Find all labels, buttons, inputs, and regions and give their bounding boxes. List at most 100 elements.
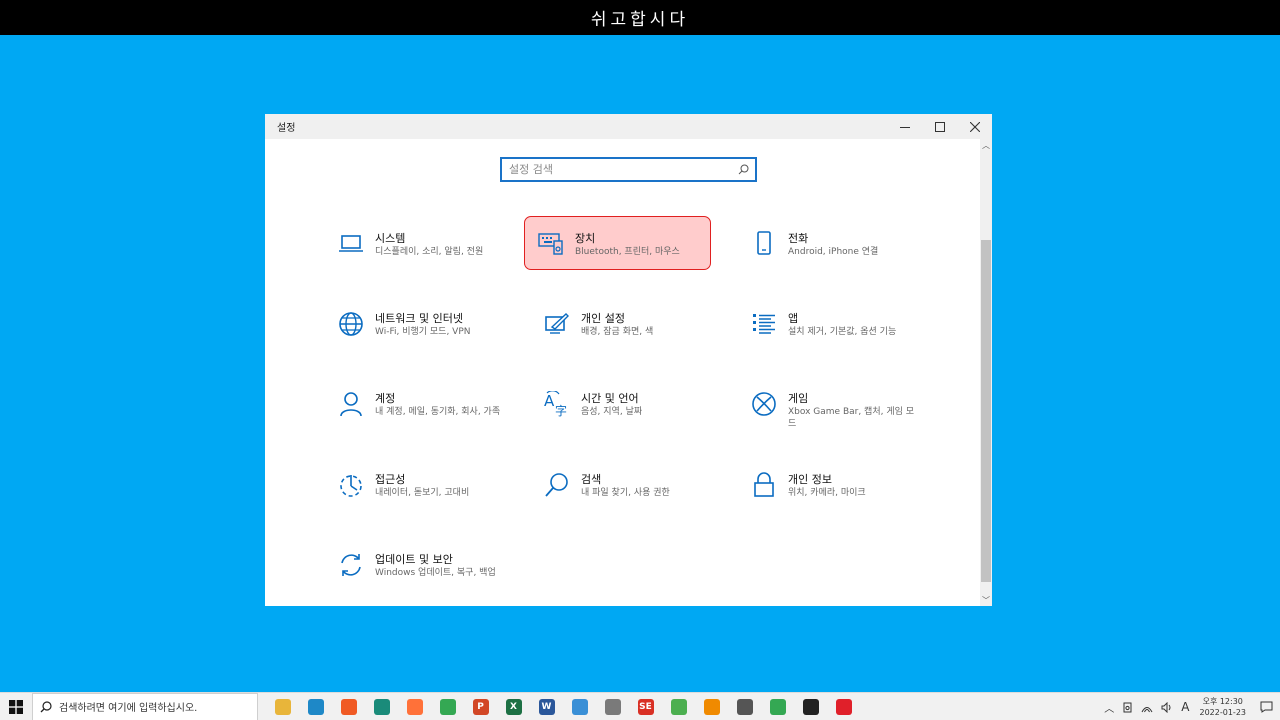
tile-title: 접근성 — [375, 473, 406, 486]
scrollbar-thumb[interactable] — [981, 240, 991, 582]
taskbar-app-button[interactable] — [794, 693, 827, 720]
app-chrome2-icon — [769, 698, 786, 715]
personalization-icon — [542, 309, 572, 339]
clock-time: 오후 12:30 — [1202, 697, 1243, 706]
tile-title: 네트워크 및 인터넷 — [375, 312, 463, 325]
ime-indicator[interactable]: A — [1177, 700, 1193, 714]
chevron-up-icon[interactable]: ︿ — [1100, 700, 1118, 715]
tile-phone[interactable]: 전화 Android, iPhone 연결 — [737, 217, 925, 271]
taskbar-app-button[interactable] — [695, 693, 728, 720]
tile-desc: 내 계정, 메일, 동기화, 회사, 가족 — [375, 407, 501, 417]
firefox-icon — [406, 698, 423, 715]
tile-title: 검색 — [581, 473, 602, 486]
clock-date: 2022-01-23 — [1199, 708, 1247, 717]
app-red-icon: SE — [637, 698, 654, 715]
tile-desc: 디스플레이, 소리, 알림, 전원 — [375, 247, 484, 257]
tile-gaming[interactable]: 게임 Xbox Game Bar, 캡처, 게임 모드 — [737, 377, 925, 431]
scroll-up-icon[interactable]: ︿ — [980, 139, 992, 151]
taskbar-apps: P X W SE — [266, 693, 860, 720]
taskbar-app-button[interactable]: SE — [629, 693, 662, 720]
app-green-icon — [670, 698, 687, 715]
tile-network[interactable]: 네트워크 및 인터넷 Wi-Fi, 비행기 모드, VPN — [324, 297, 512, 351]
taskbar-app-button[interactable] — [827, 693, 860, 720]
scroll-down-icon[interactable]: ﹀ — [980, 594, 992, 606]
taskbar-app-button[interactable]: W — [530, 693, 563, 720]
tile-accounts[interactable]: 계정 내 계정, 메일, 동기화, 회사, 가족 — [324, 377, 512, 431]
tile-apps[interactable]: 앱 설치 제거, 기본값, 옵션 기능 — [737, 297, 925, 351]
tile-search[interactable]: 검색 내 파일 찾기, 사용 권한 — [530, 458, 718, 512]
tile-desc: 내 파일 찾기, 사용 권한 — [581, 488, 670, 498]
taskbar-app-button[interactable] — [332, 693, 365, 720]
taskbar: 검색하려면 여기에 입력하십시오. P X W SE ︿ A 오후 12:30 202… — [0, 692, 1280, 720]
taskbar-app-button[interactable] — [398, 693, 431, 720]
tile-system[interactable]: 시스템 디스플레이, 소리, 알림, 전원 — [324, 217, 512, 271]
tile-personalization[interactable]: 개인 설정 배경, 잠금 화면, 색 — [530, 297, 718, 351]
globe-icon — [336, 309, 366, 339]
taskbar-app-button[interactable] — [299, 693, 332, 720]
tile-update-security[interactable]: 업데이트 및 보안 Windows 업데이트, 복구, 백업 — [324, 538, 512, 592]
tile-title: 게임 — [788, 392, 809, 405]
settings-search[interactable] — [500, 157, 757, 182]
start-button[interactable] — [0, 693, 32, 720]
tile-devices[interactable]: 장치 Bluetooth, 프린터, 마우스 — [524, 216, 711, 270]
maximize-icon — [934, 121, 945, 132]
tile-desc: Bluetooth, 프린터, 마우스 — [575, 247, 680, 257]
vertical-scrollbar[interactable]: ︿ ﹀ — [980, 139, 992, 606]
system-tray: ︿ A 오후 12:30 2022-01-23 — [1100, 693, 1280, 720]
taskbar-app-button[interactable] — [431, 693, 464, 720]
tile-title: 개인 설정 — [581, 312, 625, 325]
taskbar-app-button[interactable] — [266, 693, 299, 720]
tile-title: 시간 및 언어 — [581, 392, 639, 405]
top-banner: 쉬고합시다 — [0, 0, 1280, 35]
time-language-icon: A字 — [542, 389, 572, 419]
taskbar-app-button[interactable] — [563, 693, 596, 720]
minimize-button[interactable] — [887, 114, 922, 139]
app-blue-icon — [571, 698, 588, 715]
speaker-icon[interactable] — [1157, 701, 1177, 713]
tile-title: 앱 — [788, 312, 799, 325]
device-icon[interactable] — [1118, 702, 1137, 713]
update-icon — [336, 550, 366, 580]
vlc-icon — [703, 698, 720, 715]
app-gray-icon — [604, 698, 621, 715]
notification-button[interactable] — [1252, 693, 1280, 720]
taskbar-clock[interactable]: 오후 12:30 2022-01-23 — [1194, 696, 1253, 718]
close-icon — [969, 121, 980, 132]
maximize-button[interactable] — [922, 114, 957, 139]
tile-desc: 설치 제거, 기본값, 옵션 기능 — [788, 327, 897, 337]
phone-icon — [749, 229, 779, 259]
taskbar-app-button[interactable]: X — [497, 693, 530, 720]
apps-list-icon — [749, 309, 779, 339]
tile-desc: Wi-Fi, 비행기 모드, VPN — [375, 327, 471, 337]
minimize-icon — [899, 126, 910, 128]
search-input[interactable] — [509, 163, 729, 176]
edge-icon — [307, 698, 324, 715]
svg-text:A: A — [544, 392, 555, 410]
taskbar-app-button[interactable] — [728, 693, 761, 720]
accessibility-icon — [336, 470, 366, 500]
taskbar-app-button[interactable] — [662, 693, 695, 720]
calculator-icon — [736, 698, 753, 715]
taskbar-app-button[interactable] — [596, 693, 629, 720]
lock-icon — [749, 470, 779, 500]
tile-title: 장치 — [575, 232, 596, 245]
taskbar-app-button[interactable]: P — [464, 693, 497, 720]
window-controls — [887, 114, 992, 139]
taskbar-search[interactable]: 검색하려면 여기에 입력하십시오. — [32, 692, 258, 720]
person-icon — [336, 389, 366, 419]
keyboard-devices-icon — [536, 229, 566, 259]
taskbar-app-button[interactable] — [365, 693, 398, 720]
tile-desc: 위치, 카메라, 마이크 — [788, 488, 866, 498]
close-button[interactable] — [957, 114, 992, 139]
settings-window: 설정 시스템 디스플레이, 소리, 알림, 전원 — [265, 114, 992, 606]
title-bar[interactable]: 설정 — [265, 114, 992, 139]
taskbar-app-button[interactable] — [761, 693, 794, 720]
tile-time-language[interactable]: A字 시간 및 언어 음성, 지역, 날짜 — [530, 377, 718, 431]
magnifier-icon — [542, 470, 572, 500]
svg-text:字: 字 — [555, 403, 567, 417]
tile-privacy[interactable]: 개인 정보 위치, 카메라, 마이크 — [737, 458, 925, 512]
search-icon — [738, 164, 749, 175]
network-icon[interactable] — [1137, 702, 1157, 713]
tile-title: 시스템 — [375, 232, 406, 245]
tile-accessibility[interactable]: 접근성 내레이터, 돋보기, 고대비 — [324, 458, 512, 512]
